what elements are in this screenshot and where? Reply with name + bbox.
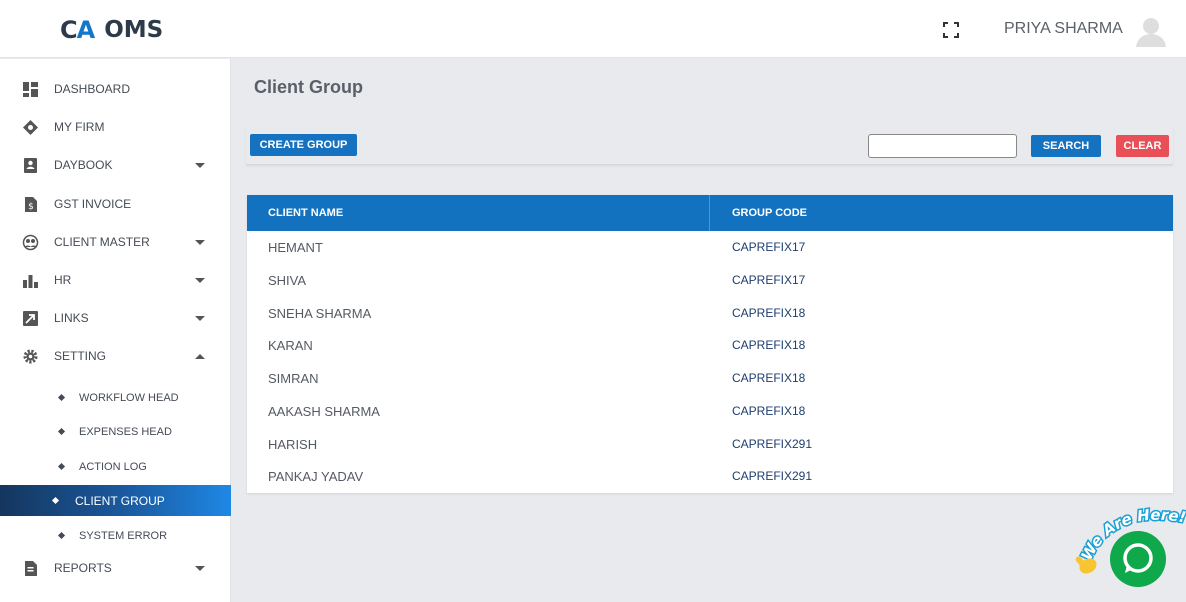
table-row[interactable]: SHIVA CAPREFIX17 [247, 264, 1173, 297]
sidebar-item-label: HR [54, 273, 72, 287]
client-master-icon [22, 234, 39, 250]
page-title: Client Group [254, 77, 363, 97]
table-row[interactable]: HARISH CAPREFIX291 [247, 428, 1173, 461]
sidebar-item-links[interactable]: LINKS [0, 300, 231, 336]
sidebar-item-my-firm[interactable]: MY FIRM [0, 109, 231, 145]
logo-text: OMS [104, 17, 164, 43]
search-button[interactable]: SEARCH [1031, 135, 1101, 157]
client-name-cell: SHIVA [268, 273, 307, 288]
table-row[interactable]: SIMRAN CAPREFIX18 [247, 362, 1173, 395]
app-logo[interactable]: CA OMS [60, 16, 163, 44]
column-header-group-code[interactable]: GROUP CODE [732, 195, 807, 231]
sidebar-subitem-client-group[interactable]: CLIENT GROUP [0, 485, 231, 516]
firm-icon [23, 119, 38, 135]
sidebar-item-label: MY FIRM [54, 120, 105, 134]
sidebar-item-hr[interactable]: HR [0, 262, 231, 298]
group-code-cell: CAPREFIX18 [732, 371, 806, 385]
user-name[interactable]: PRIYA SHARMA [1004, 20, 1123, 38]
chevron-down-icon [195, 565, 205, 571]
invoice-icon: $ [25, 196, 37, 212]
sidebar-item-label: SETTING [54, 349, 107, 363]
sidebar-item-dashboard[interactable]: DASHBOARD [0, 71, 231, 107]
column-divider [709, 195, 710, 231]
sidebar-item-gst-invoice[interactable]: $ GST INVOICE [0, 186, 231, 222]
chevron-down-icon [195, 239, 205, 245]
sidebar-subitem-label: EXPENSES HEAD [79, 425, 172, 438]
bullet-icon [57, 393, 66, 402]
sidebar-subitem-system-error[interactable]: SYSTEM ERROR [0, 520, 231, 551]
sidebar: DASHBOARD MY FIRM DAYBOOK $ GST INVOICE … [0, 59, 231, 602]
bar-chart-icon [23, 274, 38, 288]
table-row[interactable]: HEMANT CAPREFIX17 [247, 231, 1173, 264]
sidebar-item-label: CLIENT MASTER [54, 235, 150, 249]
sidebar-item-label: LINKS [54, 311, 89, 325]
sidebar-item-setting[interactable]: SETTING [0, 338, 231, 374]
group-code-cell: CAPREFIX17 [732, 240, 806, 254]
group-code-cell: CAPREFIX18 [732, 306, 806, 320]
bullet-icon [57, 427, 66, 436]
sidebar-item-label: DASHBOARD [54, 82, 131, 96]
table-header: CLIENT NAME GROUP CODE [247, 195, 1173, 231]
avatar-icon[interactable] [1134, 14, 1168, 48]
client-name-cell: HEMANT [268, 240, 323, 255]
group-code-cell: CAPREFIX17 [732, 273, 806, 287]
table-row[interactable]: PANKAJ YADAV CAPREFIX291 [247, 460, 1173, 493]
clear-button[interactable]: CLEAR [1116, 135, 1169, 157]
logo-mark: CA [60, 16, 95, 44]
fullscreen-icon[interactable] [943, 22, 959, 38]
client-name-cell: AAKASH SHARMA [268, 404, 380, 419]
client-group-table: CLIENT NAME GROUP CODE HEMANT CAPREFIX17… [247, 195, 1173, 493]
search-input[interactable] [868, 134, 1017, 158]
sidebar-item-label: REPORTS [54, 561, 112, 575]
chevron-down-icon [195, 277, 205, 283]
top-header: CA OMS PRIYA SHARMA [0, 0, 1186, 58]
bullet-icon [57, 462, 66, 471]
dashboard-icon [23, 81, 38, 97]
sidebar-item-label: DAYBOOK [54, 158, 113, 172]
gear-icon [23, 349, 38, 363]
bullet-icon [51, 496, 60, 505]
sidebar-subitem-label: WORKFLOW HEAD [79, 391, 179, 404]
client-name-cell: PANKAJ YADAV [268, 469, 364, 484]
chevron-up-icon [195, 353, 205, 359]
table-row[interactable]: AAKASH SHARMA CAPREFIX18 [247, 395, 1173, 428]
group-code-cell: CAPREFIX291 [732, 437, 813, 451]
sidebar-subitem-workflow-head[interactable]: WORKFLOW HEAD [0, 382, 231, 413]
group-code-cell: CAPREFIX18 [732, 338, 806, 352]
client-name-cell: SNEHA SHARMA [268, 306, 372, 321]
chat-button[interactable] [1110, 531, 1166, 587]
client-name-cell: KARAN [268, 338, 313, 353]
daybook-icon [24, 157, 37, 173]
create-group-button[interactable]: CREATE GROUP [250, 134, 357, 156]
svg-text:$: $ [28, 202, 34, 212]
bullet-icon [57, 531, 66, 540]
reports-icon [25, 560, 37, 576]
sidebar-item-daybook[interactable]: DAYBOOK [0, 147, 231, 183]
link-icon [23, 310, 38, 326]
table-row[interactable]: KARAN CAPREFIX18 [247, 329, 1173, 362]
sidebar-subitem-action-log[interactable]: ACTION LOG [0, 451, 231, 482]
sidebar-subitem-label: CLIENT GROUP [75, 493, 165, 508]
chat-bubble-icon [1123, 543, 1153, 573]
column-header-client-name[interactable]: CLIENT NAME [268, 195, 343, 231]
toolbar: CREATE GROUP SEARCH CLEAR [246, 125, 1173, 165]
chevron-down-icon [195, 162, 205, 168]
sidebar-item-label: GST INVOICE [54, 197, 132, 211]
sidebar-subitem-label: ACTION LOG [79, 460, 147, 473]
sidebar-subitem-label: SYSTEM ERROR [79, 529, 168, 542]
client-name-cell: HARISH [268, 437, 318, 452]
sidebar-subitem-expenses-head[interactable]: EXPENSES HEAD [0, 416, 231, 447]
sidebar-item-reports[interactable]: REPORTS [0, 550, 231, 586]
group-code-cell: CAPREFIX291 [732, 469, 813, 483]
group-code-cell: CAPREFIX18 [732, 404, 806, 418]
chevron-down-icon [195, 315, 205, 321]
client-name-cell: SIMRAN [268, 371, 319, 386]
sidebar-item-client-master[interactable]: CLIENT MASTER [0, 224, 231, 260]
table-row[interactable]: SNEHA SHARMA CAPREFIX18 [247, 297, 1173, 330]
